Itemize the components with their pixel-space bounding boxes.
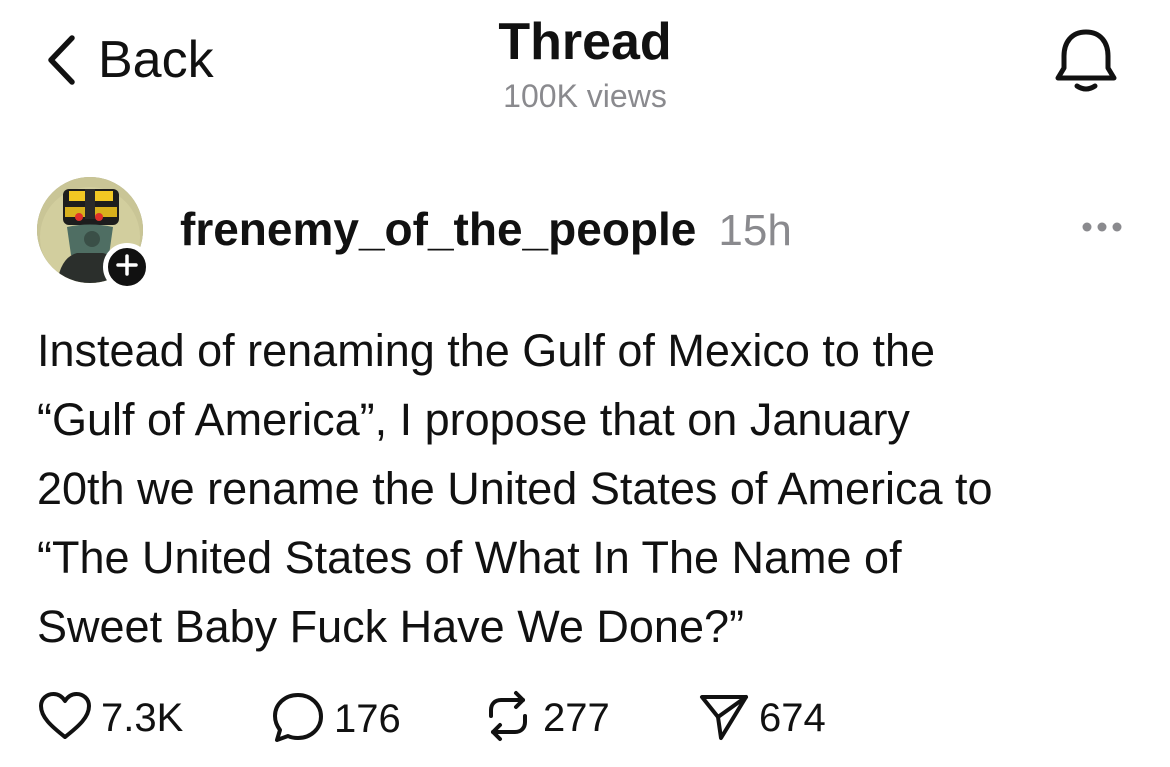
title-block: Thread 100K views <box>0 12 1170 116</box>
like-count: 7.3K <box>101 696 184 740</box>
reply-count: 176 <box>334 697 401 741</box>
follow-button[interactable] <box>103 243 151 291</box>
repost-button[interactable]: 277 <box>481 690 610 747</box>
share-count: 674 <box>759 696 826 740</box>
page-title: Thread <box>498 13 672 71</box>
bell-icon <box>1051 29 1121 100</box>
view-count: 100K views <box>503 78 667 114</box>
post-timestamp: 15h <box>718 206 792 255</box>
more-horizontal-icon <box>1080 221 1124 238</box>
plus-icon <box>116 253 138 281</box>
heart-icon <box>37 690 93 747</box>
thread-header: Back Thread 100K views <box>0 0 1170 140</box>
post-body: Instead of renaming the Gulf of Mexico t… <box>37 325 993 652</box>
username[interactable]: frenemy_of_the_people <box>180 202 696 256</box>
repost-icon <box>481 690 535 747</box>
share-button[interactable]: 674 <box>697 690 826 747</box>
more-options-button[interactable] <box>1080 220 1124 239</box>
post-meta: frenemy_of_the_people 15h <box>180 202 792 256</box>
send-icon <box>697 690 751 747</box>
comment-icon <box>270 690 326 749</box>
repost-count: 277 <box>543 696 610 740</box>
reply-button[interactable]: 176 <box>270 690 401 749</box>
notifications-button[interactable] <box>1051 26 1121 101</box>
like-button[interactable]: 7.3K <box>37 690 183 747</box>
